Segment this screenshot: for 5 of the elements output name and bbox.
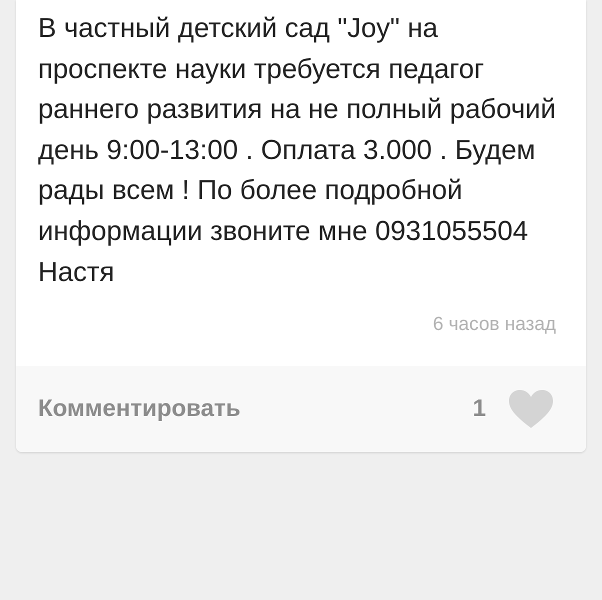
post-text: В частный детский сад "Joy" на проспекте науки требуется педагог раннего развития на не полный рабочий день 9:00-13:00 . Оплата 3.000 . Будем рады всем ! По более подробной информации звоните мне 0931055504 Настя <box>38 11 557 289</box>
heart-icon[interactable] <box>508 389 554 430</box>
comment-button[interactable]: Комментировать <box>38 395 240 424</box>
like-count: 1 <box>472 395 486 424</box>
post-time: 6 часов назад <box>432 313 557 338</box>
